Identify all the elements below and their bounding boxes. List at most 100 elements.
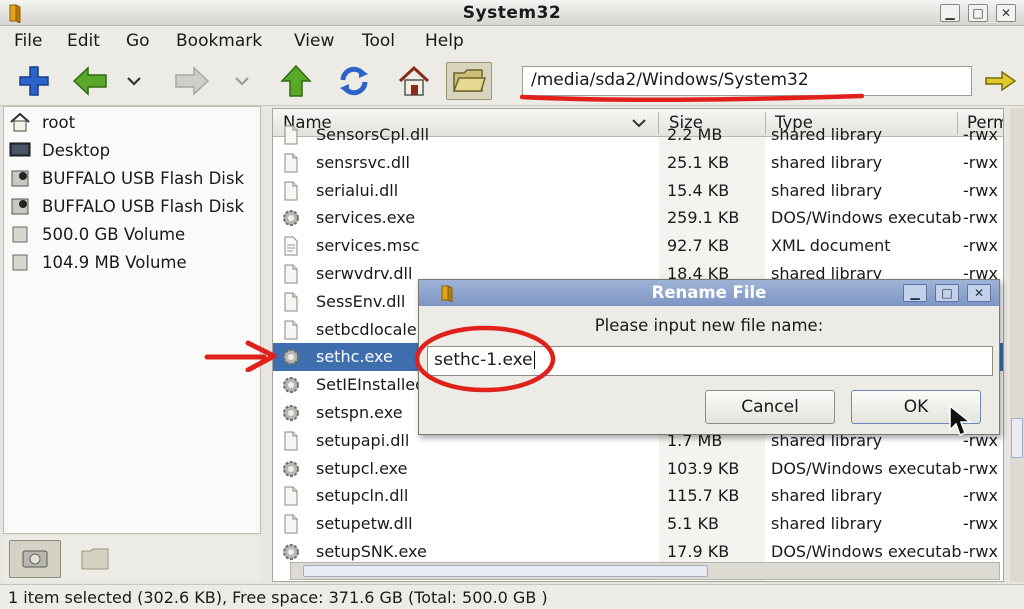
go-button[interactable] <box>980 62 1020 100</box>
menu-view[interactable]: View <box>294 31 334 51</box>
file-row[interactable]: SensorsCpl.dll 2.2 MB shared library -rwx <box>273 121 1003 149</box>
executable-gear-icon <box>281 403 301 423</box>
arrow-up-icon <box>280 64 312 97</box>
executable-gear-icon <box>281 347 301 367</box>
file-name: serialui.dll <box>316 180 399 200</box>
back-button[interactable] <box>70 62 110 100</box>
sidebar-item-usb-1[interactable]: BUFFALO USB Flash Disk <box>8 165 244 191</box>
file-type: DOS/Windows executable <box>771 208 963 228</box>
scrollbar-thumb[interactable] <box>303 565 708 577</box>
file-permission: -rwx <box>963 208 998 228</box>
dialog-minimize-button[interactable]: ▁ <box>903 284 927 302</box>
usb-drive-icon <box>8 168 32 188</box>
file-permission: -rwx <box>963 180 998 200</box>
plus-icon <box>19 66 49 96</box>
file-permission: -rwx <box>963 152 998 172</box>
red-circle-annotation <box>414 325 556 393</box>
file-type: shared library <box>771 180 883 200</box>
up-button[interactable] <box>276 62 316 100</box>
file-name: setupetw.dll <box>316 514 413 534</box>
address-bar[interactable]: /media/sda2/Windows/System32 <box>522 66 972 96</box>
sidebar-item-root[interactable]: root <box>8 109 75 135</box>
file-type: XML document <box>771 236 891 256</box>
sidebar-item-label: BUFFALO USB Flash Disk <box>42 196 245 216</box>
executable-gear-icon <box>281 542 301 562</box>
file-size: 5.1 KB <box>667 514 719 534</box>
home-button[interactable] <box>394 62 434 100</box>
file-type: shared library <box>771 125 883 144</box>
dialog-close-button[interactable]: ✕ <box>967 284 991 302</box>
places-mode-button[interactable] <box>9 540 61 578</box>
file-size: 25.1 KB <box>667 152 730 172</box>
scrollbar-thumb[interactable] <box>1011 418 1023 458</box>
menu-go[interactable]: Go <box>126 31 150 51</box>
status-bar: 1 item selected (302.6 KB), Free space: … <box>0 584 1024 609</box>
cancel-button[interactable]: Cancel <box>705 390 835 424</box>
menu-tool[interactable]: Tool <box>362 31 395 51</box>
executable-gear-icon <box>281 459 301 479</box>
sidebar-item-volume-104mb[interactable]: 104.9 MB Volume <box>8 249 187 275</box>
sidebar-item-desktop[interactable]: Desktop <box>8 137 110 163</box>
file-row[interactable]: serialui.dll 15.4 KB shared library -rwx <box>273 177 1003 205</box>
file-row[interactable]: setupcl.exe 103.9 KB DOS/Windows executabl… <box>273 455 1003 483</box>
file-size: 2.2 MB <box>667 125 723 144</box>
file-row[interactable]: sensrsvc.dll 25.1 KB shared library -rwx <box>273 149 1003 177</box>
arrow-right-icon <box>175 66 210 96</box>
sidebar-item-usb-2[interactable]: BUFFALO USB Flash Disk <box>8 193 244 219</box>
library-file-icon <box>281 514 301 534</box>
folder-open-icon <box>452 69 486 92</box>
sidebar-item-label: 500.0 GB Volume <box>42 224 186 244</box>
refresh-icon <box>340 66 368 96</box>
dialog-title-bar: Rename File ▁ □ ✕ <box>419 280 999 306</box>
dir-tree-mode-button[interactable] <box>73 540 117 578</box>
maximize-button[interactable]: □ <box>968 4 988 22</box>
library-file-icon <box>281 431 301 451</box>
home-icon <box>8 112 32 132</box>
forward-button[interactable] <box>172 62 212 100</box>
dialog-maximize-button[interactable]: □ <box>935 284 959 302</box>
folder-view-button[interactable] <box>446 62 492 100</box>
go-arrow-icon <box>985 70 1017 92</box>
document-file-icon <box>281 236 301 256</box>
title-bar: System32 ▁ □ ✕ <box>0 0 1024 26</box>
menu-help[interactable]: Help <box>425 31 464 51</box>
mouse-pointer-icon <box>949 404 973 436</box>
file-size: 259.1 KB <box>667 208 740 228</box>
back-history-dropdown[interactable] <box>122 62 146 100</box>
window-title: System32 <box>462 3 562 23</box>
file-permission: -rwx <box>963 458 998 478</box>
file-row[interactable]: services.exe 259.1 KB DOS/Windows executab… <box>273 204 1003 232</box>
red-arrow-annotation <box>204 340 277 372</box>
sidebar-item-label: 104.9 MB Volume <box>42 252 187 272</box>
sidebar-places: root Desktop BUFFALO USB Flash Disk BUFF… <box>3 106 261 534</box>
forward-history-dropdown[interactable] <box>230 62 254 100</box>
file-row[interactable]: services.msc 92.7 KB XML document -rwx <box>273 232 1003 260</box>
menu-edit[interactable]: Edit <box>67 31 100 51</box>
library-file-icon <box>281 320 301 340</box>
close-button[interactable]: ✕ <box>996 4 1016 22</box>
menu-bookmark[interactable]: Bookmark <box>176 31 262 51</box>
file-size: 17.9 KB <box>667 542 730 561</box>
executable-gear-icon <box>281 375 301 395</box>
sidebar-item-label: root <box>42 112 76 132</box>
horizontal-scrollbar[interactable] <box>290 562 1000 580</box>
menu-bar: File Edit Go Bookmark View Tool Help <box>0 26 1024 56</box>
usb-drive-icon <box>8 196 32 216</box>
minimize-button[interactable]: ▁ <box>940 4 960 22</box>
new-tab-button[interactable] <box>14 62 54 100</box>
file-row[interactable]: setupetw.dll 5.1 KB shared library -rwx <box>273 510 1003 538</box>
reload-button[interactable] <box>334 62 374 100</box>
file-size: 103.9 KB <box>667 458 740 478</box>
file-name: services.msc <box>316 236 420 256</box>
sidebar-item-volume-500gb[interactable]: 500.0 GB Volume <box>8 221 185 247</box>
vertical-scrollbar[interactable] <box>1010 108 1024 582</box>
arrow-left-icon <box>72 66 107 96</box>
file-permission: -rwx <box>963 125 998 144</box>
file-row[interactable]: setupcln.dll 115.7 KB shared library -rwx <box>273 482 1003 510</box>
library-file-icon <box>281 125 301 145</box>
menu-file[interactable]: File <box>14 31 42 51</box>
folder-icon <box>81 548 109 570</box>
library-file-icon <box>281 486 301 506</box>
file-permission: -rwx <box>963 236 998 256</box>
sidebar-mode-bar <box>3 536 261 582</box>
